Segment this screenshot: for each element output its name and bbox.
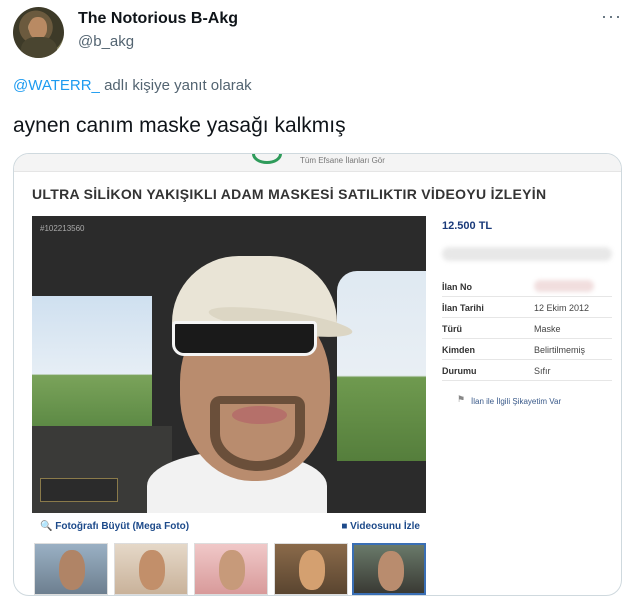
watch-video-label: Videosunu İzle xyxy=(350,521,420,532)
detail-key: Durumu xyxy=(442,366,477,376)
thumbnail-active xyxy=(352,543,426,595)
thumbnail xyxy=(274,543,348,595)
thumbnail-face xyxy=(59,550,85,590)
listing-site-header: Tüm Efsane İlanları Gör xyxy=(14,154,621,172)
thumbnail xyxy=(194,543,268,595)
thumbnail-strip xyxy=(34,543,426,595)
reply-context-text: adlı kişiye yanıt olarak xyxy=(104,77,252,94)
car-window-right xyxy=(337,271,426,461)
thumbnail-face xyxy=(219,550,245,590)
detail-key: İlan No xyxy=(442,282,473,292)
detail-row: İlan Tarihi 12 Ekim 2012 xyxy=(442,297,612,318)
watch-video-link: ■ Videosunu İzle xyxy=(341,521,420,532)
thumbnail-face xyxy=(139,550,165,590)
flag-icon: ⚑ xyxy=(457,394,466,404)
listing-main-photo: #102213560 xyxy=(32,216,426,513)
complaint-link: İlan ile İlgili Şikayetim Var xyxy=(471,397,562,406)
photo-actions-bar: 🔍 Fotoğrafı Büyüt (Mega Foto) ■ Videosun… xyxy=(32,517,426,537)
author-display-name[interactable]: The Notorious B-Akg xyxy=(78,10,238,28)
blurred-listing-number xyxy=(534,280,594,292)
detail-row: Kimden Belirtilmemiş xyxy=(442,339,612,360)
header-link: Tüm Efsane İlanları Gör xyxy=(300,156,385,165)
listing-price: 12.500 TL xyxy=(442,220,493,232)
detail-row: İlan No xyxy=(442,276,612,297)
listing-title: ULTRA SİLİKON YAKIŞIKLI ADAM MASKESİ SAT… xyxy=(32,186,547,202)
enlarge-photo-link: 🔍 Fotoğrafı Büyüt (Mega Foto) xyxy=(40,521,190,532)
thumbnail-face xyxy=(378,551,404,591)
detail-key: İlan Tarihi xyxy=(442,303,484,313)
detail-value: 12 Ekim 2012 xyxy=(534,303,590,313)
author-handle[interactable]: @b_akg xyxy=(78,33,134,50)
photo-badge xyxy=(40,478,118,502)
sunglasses xyxy=(172,321,317,356)
avatar-body xyxy=(21,37,57,58)
thumbnail xyxy=(34,543,108,595)
more-dots-icon[interactable]: ··· xyxy=(601,6,622,27)
author-avatar[interactable] xyxy=(13,7,64,58)
detail-key: Kimden xyxy=(442,345,476,355)
detail-value: Belirtilmemiş xyxy=(534,345,586,355)
thumbnail xyxy=(114,543,188,595)
tweet-text: aynen canım maske yasağı kalkmış xyxy=(13,114,346,137)
detail-value: Sıfır xyxy=(534,366,551,376)
enlarge-photo-label: Fotoğrafı Büyüt (Mega Foto) xyxy=(55,521,190,532)
lips xyxy=(232,406,287,424)
reply-context: @WATERR_ adlı kişiye yanıt olarak xyxy=(13,77,252,94)
site-logo-icon xyxy=(252,154,282,164)
photo-id: #102213560 xyxy=(40,224,85,233)
car-window-left xyxy=(32,296,152,426)
avatar-face xyxy=(29,17,47,39)
blurred-location xyxy=(442,247,612,261)
reply-mention-link[interactable]: @WATERR_ xyxy=(13,77,100,94)
detail-value: Maske xyxy=(534,324,561,334)
detail-row: Türü Maske xyxy=(442,318,612,339)
detail-key: Türü xyxy=(442,324,462,334)
detail-row: Durumu Sıfır xyxy=(442,360,612,381)
attached-image[interactable]: Tüm Efsane İlanları Gör ULTRA SİLİKON YA… xyxy=(13,153,622,596)
thumbnail-face xyxy=(299,550,325,590)
